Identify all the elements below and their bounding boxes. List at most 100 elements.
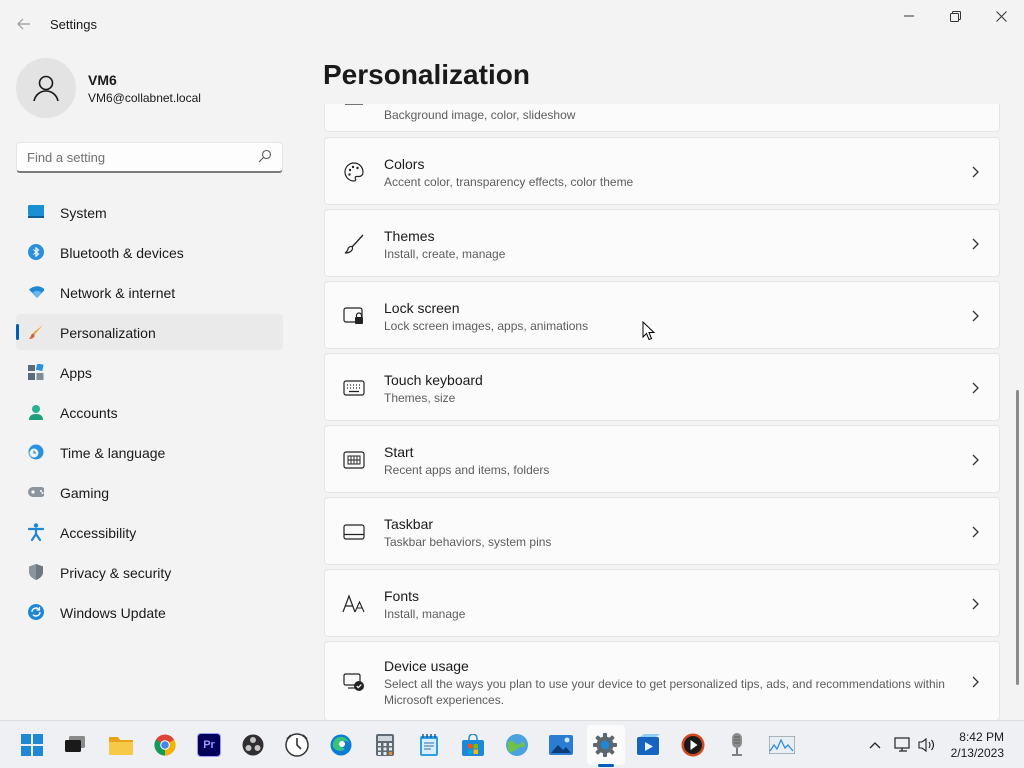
premiere-icon[interactable]: Pr <box>197 733 221 757</box>
store-icon[interactable] <box>461 733 485 757</box>
chevron-up-icon[interactable] <box>866 736 884 754</box>
card-subtitle: Install, create, manage <box>384 247 506 261</box>
card-background[interactable]: Background image, color, slideshow <box>324 104 1000 132</box>
sidebar-item-accounts[interactable]: Accounts <box>16 394 283 430</box>
file-explorer-icon[interactable] <box>109 733 133 757</box>
sidebar-item-system[interactable]: System <box>16 194 283 230</box>
volume-icon[interactable] <box>918 736 936 754</box>
scrollbar[interactable] <box>1016 390 1019 685</box>
bluetooth-icon <box>28 244 44 260</box>
card-subtitle: Recent apps and items, folders <box>384 463 550 477</box>
brush-icon <box>28 324 44 340</box>
wifi-icon <box>28 284 44 300</box>
mouse-cursor-icon <box>642 320 656 346</box>
user-name: VM6 <box>88 72 117 88</box>
chevron-right-icon <box>969 598 981 610</box>
minimize-button[interactable] <box>886 0 932 32</box>
maps-icon[interactable] <box>505 733 529 757</box>
network-icon[interactable] <box>894 736 912 754</box>
avatar[interactable] <box>16 58 76 118</box>
card-title: Colors <box>384 156 425 172</box>
chrome-icon[interactable] <box>153 733 177 757</box>
edge-icon[interactable] <box>329 733 353 757</box>
sidebar-item-accessibility[interactable]: Accessibility <box>16 514 283 550</box>
video-editor-icon[interactable] <box>637 733 661 757</box>
photos-icon[interactable] <box>549 733 573 757</box>
obs-icon[interactable] <box>241 733 265 757</box>
media-player-icon[interactable] <box>681 733 705 757</box>
user-email: VM6@collabnet.local <box>88 91 201 105</box>
page-title: Personalization <box>323 59 530 90</box>
background-icon <box>342 104 366 116</box>
search-input[interactable] <box>17 143 247 171</box>
chevron-right-icon <box>969 310 981 322</box>
gaming-icon <box>28 484 44 500</box>
sidebar-item-bluetooth[interactable]: Bluetooth & devices <box>16 234 283 270</box>
microphone-icon[interactable] <box>725 733 749 757</box>
windows-start-icon[interactable] <box>20 733 44 757</box>
sidebar-item-gaming[interactable]: Gaming <box>16 474 283 510</box>
clock-time[interactable]: 8:42 PM <box>958 730 1004 744</box>
sidebar-item-windows-update[interactable]: Windows Update <box>16 594 283 630</box>
shield-icon <box>28 564 44 580</box>
card-subtitle: Themes, size <box>384 391 456 405</box>
palette-icon <box>342 160 366 184</box>
close-icon <box>995 10 1007 22</box>
card-touch-keyboard[interactable]: Touch keyboard Themes, size <box>324 353 1000 421</box>
card-subtitle: Install, manage <box>384 607 466 621</box>
card-title: Lock screen <box>384 300 460 316</box>
notepad-icon[interactable] <box>417 733 441 757</box>
chevron-right-icon <box>969 454 981 466</box>
system-icon <box>28 204 44 220</box>
chevron-right-icon <box>969 526 981 538</box>
sidebar-item-label: Personalization <box>60 325 156 341</box>
card-colors[interactable]: Colors Accent color, transparency effect… <box>324 137 1000 205</box>
restore-button[interactable] <box>932 0 978 32</box>
card-title: Touch keyboard <box>384 372 483 388</box>
sidebar-item-label: Apps <box>60 365 92 381</box>
card-taskbar[interactable]: Taskbar Taskbar behaviors, system pins <box>324 497 1000 565</box>
search-icon[interactable] <box>258 149 272 168</box>
task-view-icon[interactable] <box>64 733 88 757</box>
minimize-icon <box>904 15 914 17</box>
close-button[interactable] <box>978 0 1024 32</box>
card-themes[interactable]: Themes Install, create, manage <box>324 209 1000 277</box>
start-icon <box>342 448 366 472</box>
clock-date[interactable]: 2/13/2023 <box>948 746 1004 760</box>
sidebar-item-privacy[interactable]: Privacy & security <box>16 554 283 590</box>
card-subtitle: Taskbar behaviors, system pins <box>384 535 552 549</box>
sidebar-item-label: Accounts <box>60 405 118 421</box>
sidebar-item-time-language[interactable]: Time & language <box>16 434 283 470</box>
taskbar: Pr <box>0 720 1024 768</box>
card-subtitle: Background image, color, slideshow <box>384 108 576 122</box>
card-subtitle: Select all the ways you plan to use your… <box>384 677 945 707</box>
chevron-right-icon <box>969 166 981 178</box>
sidebar-item-label: Time & language <box>60 445 166 461</box>
card-device-usage[interactable]: Device usage Select all the ways you pla… <box>324 641 1000 720</box>
user-icon <box>33 75 59 102</box>
premiere-label: Pr <box>203 739 215 751</box>
sidebar-item-apps[interactable]: Apps <box>16 354 283 390</box>
clock-app-icon[interactable] <box>285 733 309 757</box>
card-fonts[interactable]: Fonts Install, manage <box>324 569 1000 637</box>
card-title: Fonts <box>384 588 420 604</box>
search-box[interactable] <box>16 142 283 173</box>
card-start[interactable]: Start Recent apps and items, folders <box>324 425 1000 493</box>
chevron-right-icon <box>969 238 981 250</box>
card-lock-screen[interactable]: Lock screen Lock screen images, apps, an… <box>324 281 1000 349</box>
window-title: Settings <box>50 17 97 32</box>
taskbar-active-indicator <box>598 764 614 767</box>
accounts-icon <box>28 404 44 420</box>
performance-monitor-icon[interactable] <box>769 733 795 757</box>
back-button[interactable] <box>10 10 38 38</box>
settings-icon[interactable] <box>593 733 617 757</box>
accessibility-icon <box>28 523 44 541</box>
sidebar-item-network[interactable]: Network & internet <box>16 274 283 310</box>
sidebar-nav: System Bluetooth & devices Network & int… <box>16 194 283 634</box>
card-title: Start <box>384 444 414 460</box>
sidebar-item-label: Windows Update <box>60 605 166 621</box>
sidebar-item-personalization[interactable]: Personalization <box>16 314 283 350</box>
sidebar-item-label: Network & internet <box>60 285 176 301</box>
calculator-icon[interactable] <box>373 733 397 757</box>
apps-icon <box>28 364 44 380</box>
